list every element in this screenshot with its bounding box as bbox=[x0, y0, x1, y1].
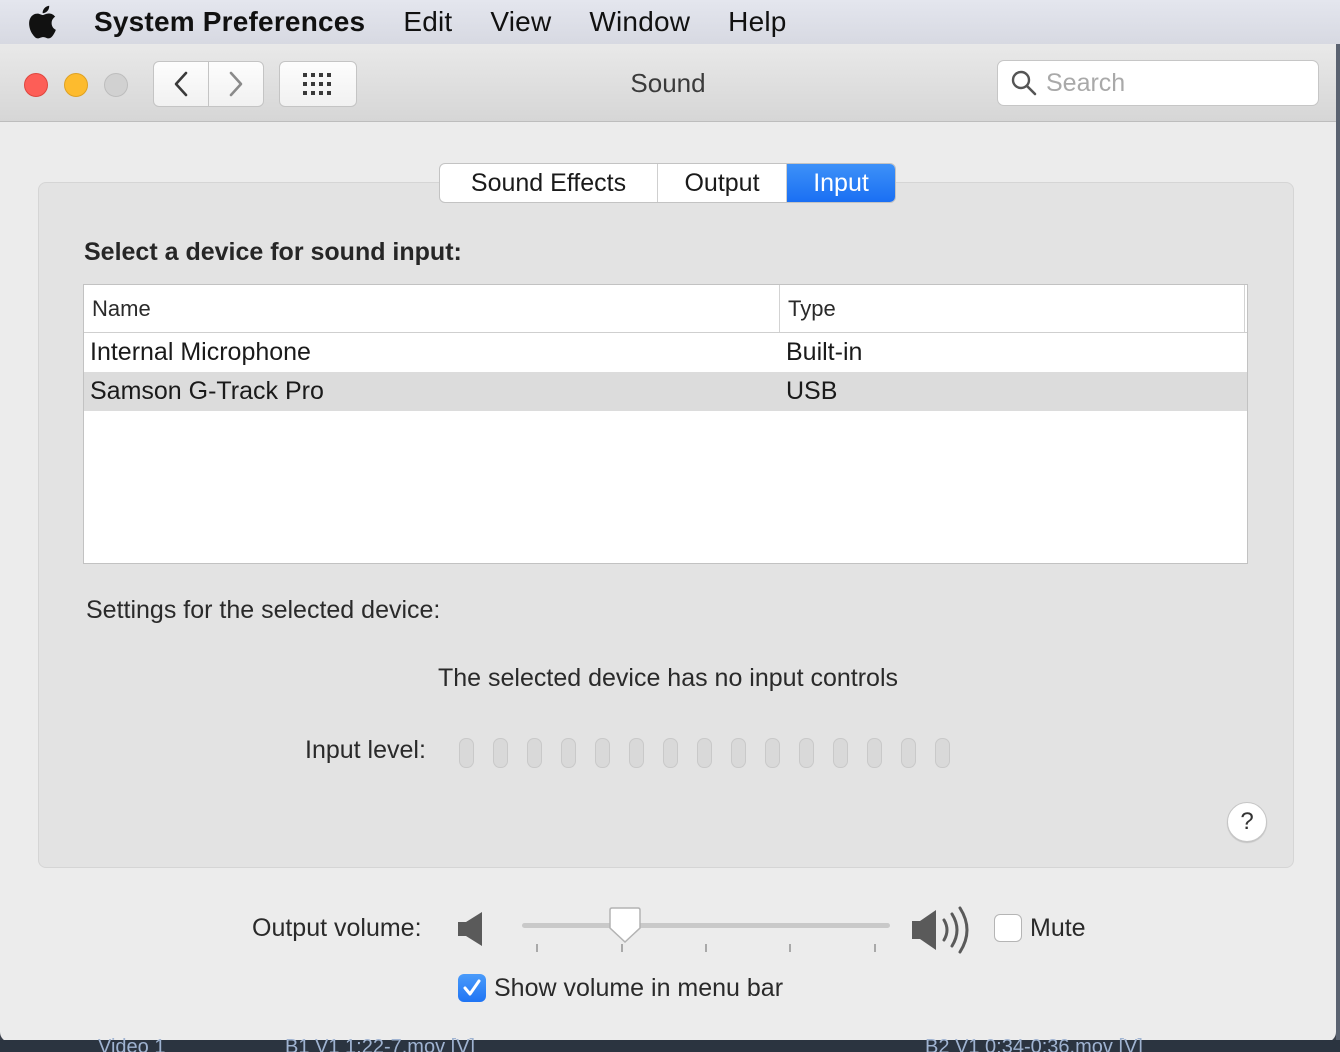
input-level-segment bbox=[901, 738, 916, 768]
search-field[interactable] bbox=[997, 60, 1319, 106]
input-level-segment bbox=[663, 738, 678, 768]
device-type: Built-in bbox=[786, 338, 863, 366]
tab-output[interactable]: Output bbox=[658, 164, 787, 202]
tab-input[interactable]: Input bbox=[787, 164, 895, 202]
apple-logo-icon[interactable] bbox=[22, 5, 62, 39]
menu-edit[interactable]: Edit bbox=[403, 6, 452, 38]
input-level-segment bbox=[867, 738, 882, 768]
column-header-type[interactable]: Type bbox=[780, 285, 1245, 332]
input-level-segment bbox=[833, 738, 848, 768]
mute-label[interactable]: Mute bbox=[1030, 914, 1086, 943]
volume-tick bbox=[874, 944, 876, 952]
search-icon bbox=[1011, 70, 1037, 96]
input-level-segment bbox=[629, 738, 644, 768]
input-level-label: Input level: bbox=[305, 736, 426, 764]
table-row[interactable]: Internal Microphone Built-in bbox=[84, 333, 1247, 372]
device-section-title: Select a device for sound input: bbox=[84, 238, 462, 266]
volume-tick bbox=[536, 944, 538, 952]
input-level-segment bbox=[595, 738, 610, 768]
menu-app-name[interactable]: System Preferences bbox=[94, 6, 365, 38]
background-track-label: Video 1 bbox=[98, 1036, 166, 1052]
tab-sound-effects[interactable]: Sound Effects bbox=[440, 164, 658, 202]
menu-view[interactable]: View bbox=[490, 6, 551, 38]
volume-track bbox=[522, 923, 890, 928]
volume-thumb[interactable] bbox=[608, 906, 642, 946]
volume-tick bbox=[705, 944, 707, 952]
show-volume-label[interactable]: Show volume in menu bar bbox=[494, 974, 783, 1003]
input-level-segment bbox=[561, 738, 576, 768]
input-level-segment bbox=[527, 738, 542, 768]
sound-preferences-window: Sound Sound Effects Output Input Select … bbox=[0, 44, 1336, 1042]
input-device-table: Name Type Internal Microphone Built-in S… bbox=[83, 284, 1248, 564]
input-level-segment bbox=[765, 738, 780, 768]
input-level-meter bbox=[459, 738, 969, 768]
no-controls-message: The selected device has no input control… bbox=[438, 664, 898, 692]
mute-checkbox[interactable] bbox=[994, 914, 1022, 942]
menu-help[interactable]: Help bbox=[728, 6, 786, 38]
background-clip-label: B2 V1 0:34-0:36.mov [V] bbox=[925, 1036, 1143, 1052]
checkmark-icon bbox=[463, 979, 481, 996]
menu-bar: System Preferences Edit View Window Help bbox=[0, 0, 1340, 44]
input-level-segment bbox=[697, 738, 712, 768]
speaker-high-icon bbox=[912, 906, 969, 954]
search-input[interactable] bbox=[1046, 68, 1306, 98]
show-volume-checkbox[interactable] bbox=[458, 974, 486, 1002]
column-header-name[interactable]: Name bbox=[84, 285, 780, 332]
tab-bar: Sound Effects Output Input bbox=[439, 163, 896, 203]
input-level-segment bbox=[731, 738, 746, 768]
output-volume-slider[interactable] bbox=[522, 906, 890, 954]
help-button[interactable]: ? bbox=[1227, 802, 1267, 842]
volume-tick bbox=[789, 944, 791, 952]
device-name: Samson G-Track Pro bbox=[90, 377, 324, 405]
device-type: USB bbox=[786, 377, 838, 405]
output-volume-label: Output volume: bbox=[252, 914, 422, 942]
device-name: Internal Microphone bbox=[90, 338, 311, 366]
table-header: Name Type bbox=[84, 285, 1247, 333]
input-level-segment bbox=[459, 738, 474, 768]
title-bar[interactable]: Sound bbox=[0, 44, 1336, 122]
table-row-selected[interactable]: Samson G-Track Pro USB bbox=[84, 372, 1247, 411]
input-level-segment bbox=[493, 738, 508, 768]
input-level-segment bbox=[799, 738, 814, 768]
input-level-segment bbox=[935, 738, 950, 768]
speaker-low-icon bbox=[458, 912, 482, 946]
menu-window[interactable]: Window bbox=[589, 6, 690, 38]
settings-label: Settings for the selected device: bbox=[86, 596, 441, 624]
background-desktop-edge bbox=[1336, 44, 1340, 1044]
background-clip-label: B1 V1 1:22-7.mov [V] bbox=[285, 1036, 476, 1052]
